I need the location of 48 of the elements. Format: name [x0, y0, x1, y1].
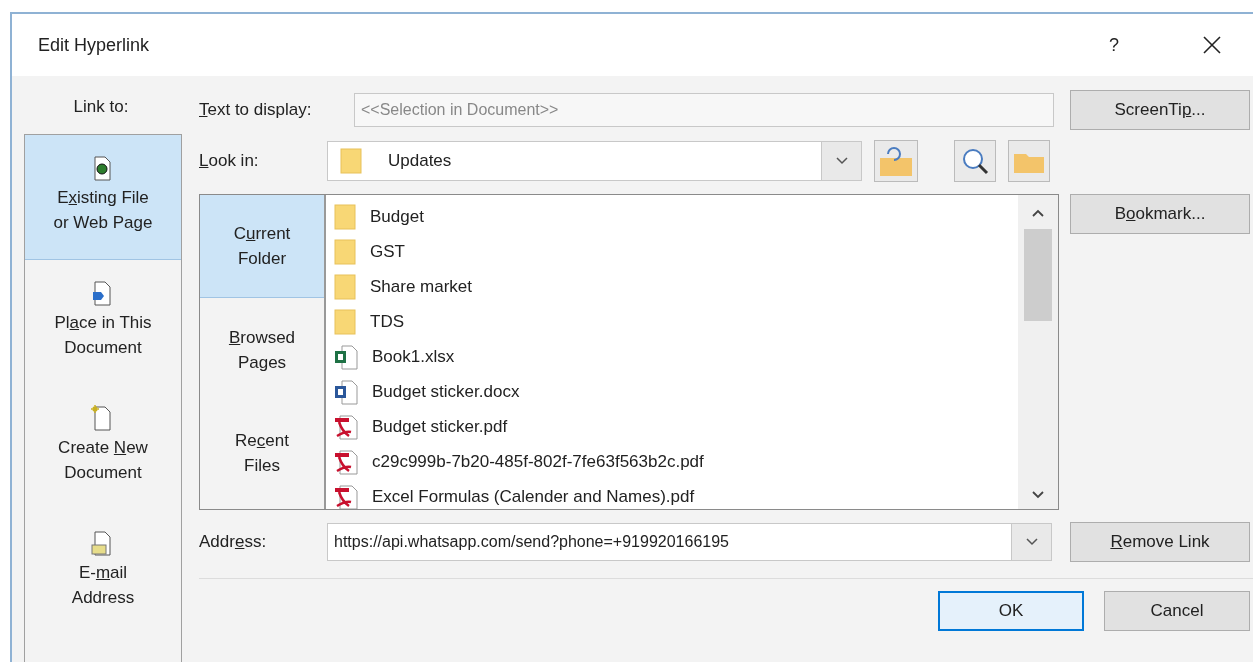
look-in-dropdown[interactable]: Updates	[327, 141, 862, 181]
field-label: Address:	[199, 531, 268, 554]
browse-tab[interactable]: Browsed Pages	[200, 298, 324, 401]
help-button[interactable]: ?	[1109, 31, 1119, 59]
scrollbar[interactable]	[1018, 195, 1058, 509]
link-type-item[interactable]: Create New Document	[25, 385, 181, 510]
file-list-item[interactable]: Share market	[334, 269, 1018, 304]
dialog-button[interactable]: ScreenTip...	[1070, 90, 1250, 130]
web-search-icon[interactable]	[954, 140, 996, 182]
scroll-up-icon[interactable]	[1032, 209, 1044, 217]
file-list-item[interactable]: Budget	[334, 199, 1018, 234]
file-list-item[interactable]: Book1.xlsx	[334, 339, 1018, 374]
link-type-item[interactable]: Existing File or Web Page	[25, 135, 181, 260]
field-label: Text to display:	[199, 99, 313, 122]
link-to-label: Link to:	[73, 96, 129, 118]
pdf-file-icon	[334, 413, 358, 440]
link-type-item[interactable]: Place in This Document	[25, 260, 181, 385]
folder-icon	[334, 238, 356, 265]
browse-tab[interactable]: Current Folder	[200, 195, 324, 298]
file-list-item[interactable]: TDS	[334, 304, 1018, 339]
dialog-button[interactable]: Remove Link	[1070, 522, 1250, 562]
file-list-item[interactable]: Excel Formulas (Calender and Names).pdf	[334, 479, 1018, 509]
dialog-button[interactable]: OK	[938, 591, 1084, 631]
folder-icon[interactable]	[1008, 140, 1050, 182]
folder-icon	[334, 273, 356, 300]
file-list-item[interactable]: c29c999b-7b20-485f-802f-7fe63f563b2c.pdf	[334, 444, 1018, 479]
browse-tab[interactable]: Recent Files	[200, 401, 324, 504]
file-list-item[interactable]: Budget sticker.docx	[334, 374, 1018, 409]
chevron-down-icon	[1025, 538, 1038, 546]
folder-icon	[340, 148, 362, 174]
window-title: Edit Hyperlink	[38, 33, 150, 57]
dialog-button[interactable]: Bookmark...	[1070, 194, 1250, 234]
field-label: Look in:	[199, 150, 260, 173]
link-type-item[interactable]: E-mail Address	[25, 510, 181, 635]
folder-icon	[334, 203, 356, 230]
scroll-down-icon[interactable]	[1032, 491, 1044, 499]
dialog-button[interactable]: Cancel	[1104, 591, 1250, 631]
file-list-item[interactable]: Budget sticker.pdf	[334, 409, 1018, 444]
file-list-item[interactable]: GST	[334, 234, 1018, 269]
chevron-down-icon	[835, 157, 848, 165]
document-file-icon	[334, 378, 358, 405]
spreadsheet-file-icon	[334, 343, 358, 370]
folder-up-icon[interactable]	[874, 140, 918, 182]
folder-icon	[334, 308, 356, 335]
address-field[interactable]: https://api.whatsapp.com/send?phone=+919920166195	[327, 523, 1052, 561]
pdf-file-icon	[334, 448, 358, 475]
scroll-thumb[interactable]	[1024, 229, 1052, 321]
close-icon[interactable]	[1203, 36, 1221, 54]
